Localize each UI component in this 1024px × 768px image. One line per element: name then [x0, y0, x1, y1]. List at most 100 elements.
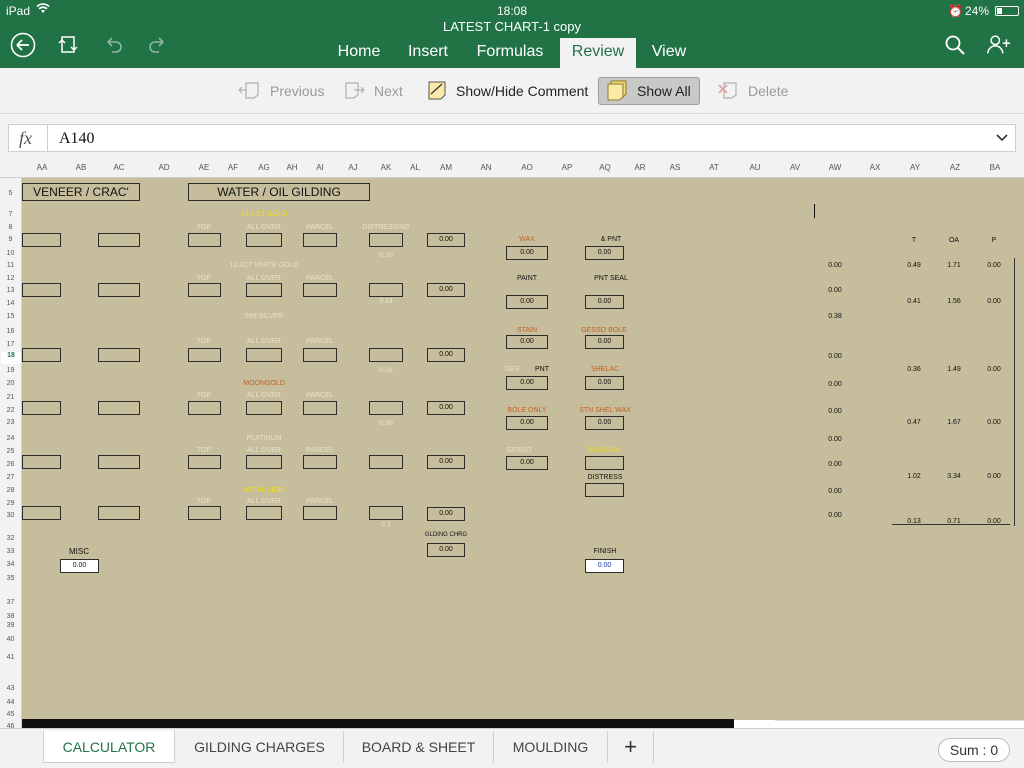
all-over-input[interactable] [246, 401, 282, 415]
row-header[interactable]: 16 [0, 328, 21, 335]
row-header[interactable]: 13 [0, 287, 21, 294]
column-header[interactable]: AC [113, 163, 124, 172]
parcel-input[interactable] [303, 506, 337, 520]
add-sheet-button[interactable]: + [608, 731, 654, 763]
column-header[interactable]: AN [480, 163, 491, 172]
top-input[interactable] [188, 233, 221, 247]
distressing-input[interactable] [369, 233, 403, 247]
delete-comment-button[interactable]: Delete [710, 77, 794, 105]
row-header[interactable]: 39 [0, 622, 21, 629]
wax-value[interactable]: 0.00 [506, 246, 548, 260]
parcel-input[interactable] [303, 233, 337, 247]
sheet-tab-calculator[interactable]: CALCULATOR [43, 731, 175, 763]
column-header[interactable]: AR [634, 163, 645, 172]
row-header[interactable]: 32 [0, 535, 21, 542]
veneer-input[interactable] [22, 506, 61, 520]
column-header[interactable]: AQ [599, 163, 611, 172]
show-all-comments-button[interactable]: Show All [598, 77, 700, 105]
column-header[interactable]: AK [381, 163, 392, 172]
row-header[interactable]: 24 [0, 435, 21, 442]
distress-value[interactable] [585, 483, 624, 497]
row-header[interactable]: 41 [0, 654, 21, 661]
parcel-input[interactable] [303, 348, 337, 362]
column-header[interactable]: BA [990, 163, 1001, 172]
show-hide-comment-button[interactable]: Show/Hide Comment [420, 77, 594, 105]
column-header[interactable]: AU [749, 163, 760, 172]
crac-input[interactable] [98, 283, 140, 297]
column-header[interactable]: AY [910, 163, 920, 172]
gilding-total-cell[interactable]: 0.00 [427, 283, 465, 297]
sync-icon[interactable] [55, 32, 81, 58]
row-header[interactable]: 33 [0, 548, 21, 555]
column-header[interactable]: AF [228, 163, 238, 172]
column-header[interactable]: AL [410, 163, 420, 172]
veneer-input[interactable] [22, 233, 61, 247]
sheet-tab-moulding[interactable]: MOULDING [494, 731, 608, 763]
row-header[interactable]: 45 [0, 711, 21, 718]
column-header[interactable]: AI [316, 163, 324, 172]
stain-value[interactable]: 0.00 [506, 335, 548, 349]
crac-input[interactable] [98, 455, 140, 469]
add-person-icon[interactable] [986, 32, 1012, 58]
column-header[interactable]: AS [670, 163, 681, 172]
row-header[interactable]: 43 [0, 685, 21, 692]
gilding-total-cell[interactable]: 0.00 [427, 233, 465, 247]
column-header[interactable]: AW [829, 163, 842, 172]
tab-home[interactable]: Home [330, 40, 388, 68]
all-over-input[interactable] [246, 233, 282, 247]
distressing-input[interactable] [369, 283, 403, 297]
water-oil-gilding-header[interactable]: WATER / OIL GILDING [188, 183, 370, 201]
gesso-pnt-value[interactable]: 0.00 [506, 376, 548, 390]
all-over-input[interactable] [246, 506, 282, 520]
gesso-bole-value[interactable]: 0.00 [585, 335, 624, 349]
column-header[interactable]: AX [870, 163, 881, 172]
row-header[interactable]: 44 [0, 699, 21, 706]
gilding-total-cell[interactable]: 0.00 [427, 507, 465, 521]
column-header[interactable]: AZ [950, 163, 960, 172]
all-over-input[interactable] [246, 348, 282, 362]
row-header[interactable]: 5 [0, 190, 21, 197]
parcel-input[interactable] [303, 401, 337, 415]
top-input[interactable] [188, 506, 221, 520]
distressing-input[interactable] [369, 401, 403, 415]
veneer-input[interactable] [22, 455, 61, 469]
row-header[interactable]: 29 [0, 500, 21, 507]
column-header[interactable]: AT [709, 163, 719, 172]
gilding-total-cell[interactable]: 0.00 [427, 455, 465, 469]
row-header[interactable]: 10 [0, 250, 21, 257]
all-over-input[interactable] [246, 455, 282, 469]
previous-comment-button[interactable]: Previous [232, 77, 330, 105]
finish-value[interactable]: 0.00 [585, 559, 624, 573]
column-header[interactable]: AP [562, 163, 573, 172]
parcel-input[interactable] [303, 455, 337, 469]
row-header[interactable]: 14 [0, 300, 21, 307]
row-header[interactable]: 20 [0, 380, 21, 387]
gilding-total-cell[interactable]: 0.00 [427, 401, 465, 415]
top-input[interactable] [188, 401, 221, 415]
fx-icon[interactable]: fx [19, 128, 32, 149]
tab-insert[interactable]: Insert [398, 40, 458, 68]
veneer-input[interactable] [22, 401, 61, 415]
formula-value[interactable]: A140 [59, 130, 95, 148]
row-header[interactable]: 19 [0, 367, 21, 374]
veneer-header[interactable]: VENEER / CRAC' [22, 183, 140, 201]
row-header[interactable]: 38 [0, 613, 21, 620]
crac-input[interactable] [98, 233, 140, 247]
back-icon[interactable] [10, 32, 36, 58]
next-comment-button[interactable]: Next [336, 77, 409, 105]
column-header[interactable]: AH [286, 163, 297, 172]
crac-input[interactable] [98, 401, 140, 415]
row-header[interactable]: 34 [0, 561, 21, 568]
search-icon[interactable] [942, 32, 968, 58]
crac-input[interactable] [98, 348, 140, 362]
column-header[interactable]: AO [521, 163, 533, 172]
all-over-input[interactable] [246, 283, 282, 297]
paint-value[interactable]: 0.00 [506, 295, 548, 309]
row-header[interactable]: 17 [0, 341, 21, 348]
row-header[interactable]: 37 [0, 599, 21, 606]
row-header[interactable]: 11 [0, 262, 21, 269]
row-header[interactable]: 8 [0, 224, 21, 231]
sheet-tab-board-sheet[interactable]: BOARD & SHEET [344, 731, 494, 763]
pnt-value[interactable]: 0.00 [585, 246, 624, 260]
row-header[interactable]: 9 [0, 236, 21, 243]
